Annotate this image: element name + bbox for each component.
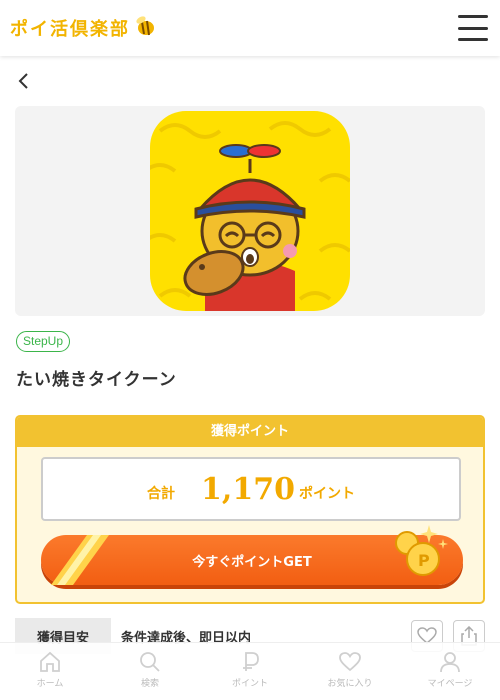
get-points-button[interactable]: 今すぐポイントGET P	[41, 525, 463, 585]
search-icon	[140, 652, 160, 672]
logo-text: ポイ活倶楽部	[10, 19, 130, 40]
total-label: 合計	[147, 486, 176, 502]
app-icon-image	[150, 111, 350, 311]
chevron-left-icon	[18, 73, 28, 89]
points-unit: ポイント	[298, 486, 355, 502]
tab-label: ホーム	[36, 679, 64, 689]
points-header: 獲得ポイント	[17, 417, 483, 447]
site-logo[interactable]: ポイ活倶楽部	[10, 16, 156, 40]
tab-search[interactable]: 検索	[100, 643, 200, 700]
tab-points[interactable]: ポイント	[200, 643, 300, 700]
points-card: 獲得ポイント 合計 1,170 ポイント 今すぐポイントGET P	[15, 415, 485, 604]
tab-home[interactable]: ホーム	[0, 643, 100, 700]
menu-bar	[458, 15, 488, 18]
point-icon	[243, 652, 259, 671]
back-button[interactable]	[14, 70, 34, 92]
top-header: ポイ活倶楽部	[0, 0, 500, 56]
total-points-box: 合計 1,170 ポイント	[41, 457, 461, 521]
heart-icon	[339, 652, 361, 672]
tab-mypage[interactable]: マイページ	[400, 643, 500, 700]
bee-logo-icon	[134, 15, 156, 41]
tab-label: マイページ	[427, 679, 473, 689]
home-icon	[40, 651, 60, 672]
stripe-decoration	[51, 535, 109, 585]
menu-bar	[458, 38, 488, 41]
offer-title: たい焼きタイクーン	[16, 370, 177, 390]
tab-label: ポイント	[231, 679, 268, 689]
tab-label: お気に入り	[327, 679, 373, 689]
hamburger-menu-icon[interactable]	[456, 13, 490, 43]
user-icon	[440, 652, 460, 673]
offer-hero	[15, 106, 485, 316]
app-root: ポイ活倶楽部 StepUp たい焼きタイクーン 獲得ポイント 合計 1,170 …	[0, 0, 500, 700]
tab-favorites[interactable]: お気に入り	[300, 643, 400, 700]
total-points-value: 1,170	[201, 471, 295, 507]
tab-label: 検索	[140, 679, 159, 689]
get-points-label: 今すぐポイントGET	[192, 554, 312, 570]
menu-bar	[458, 26, 488, 30]
bottom-tab-bar: ホーム 検索 ポイント お気に入り マイページ	[0, 642, 500, 700]
coins-icon: P	[395, 525, 448, 576]
svg-text:P: P	[418, 551, 430, 570]
stepup-badge: StepUp	[16, 331, 71, 352]
